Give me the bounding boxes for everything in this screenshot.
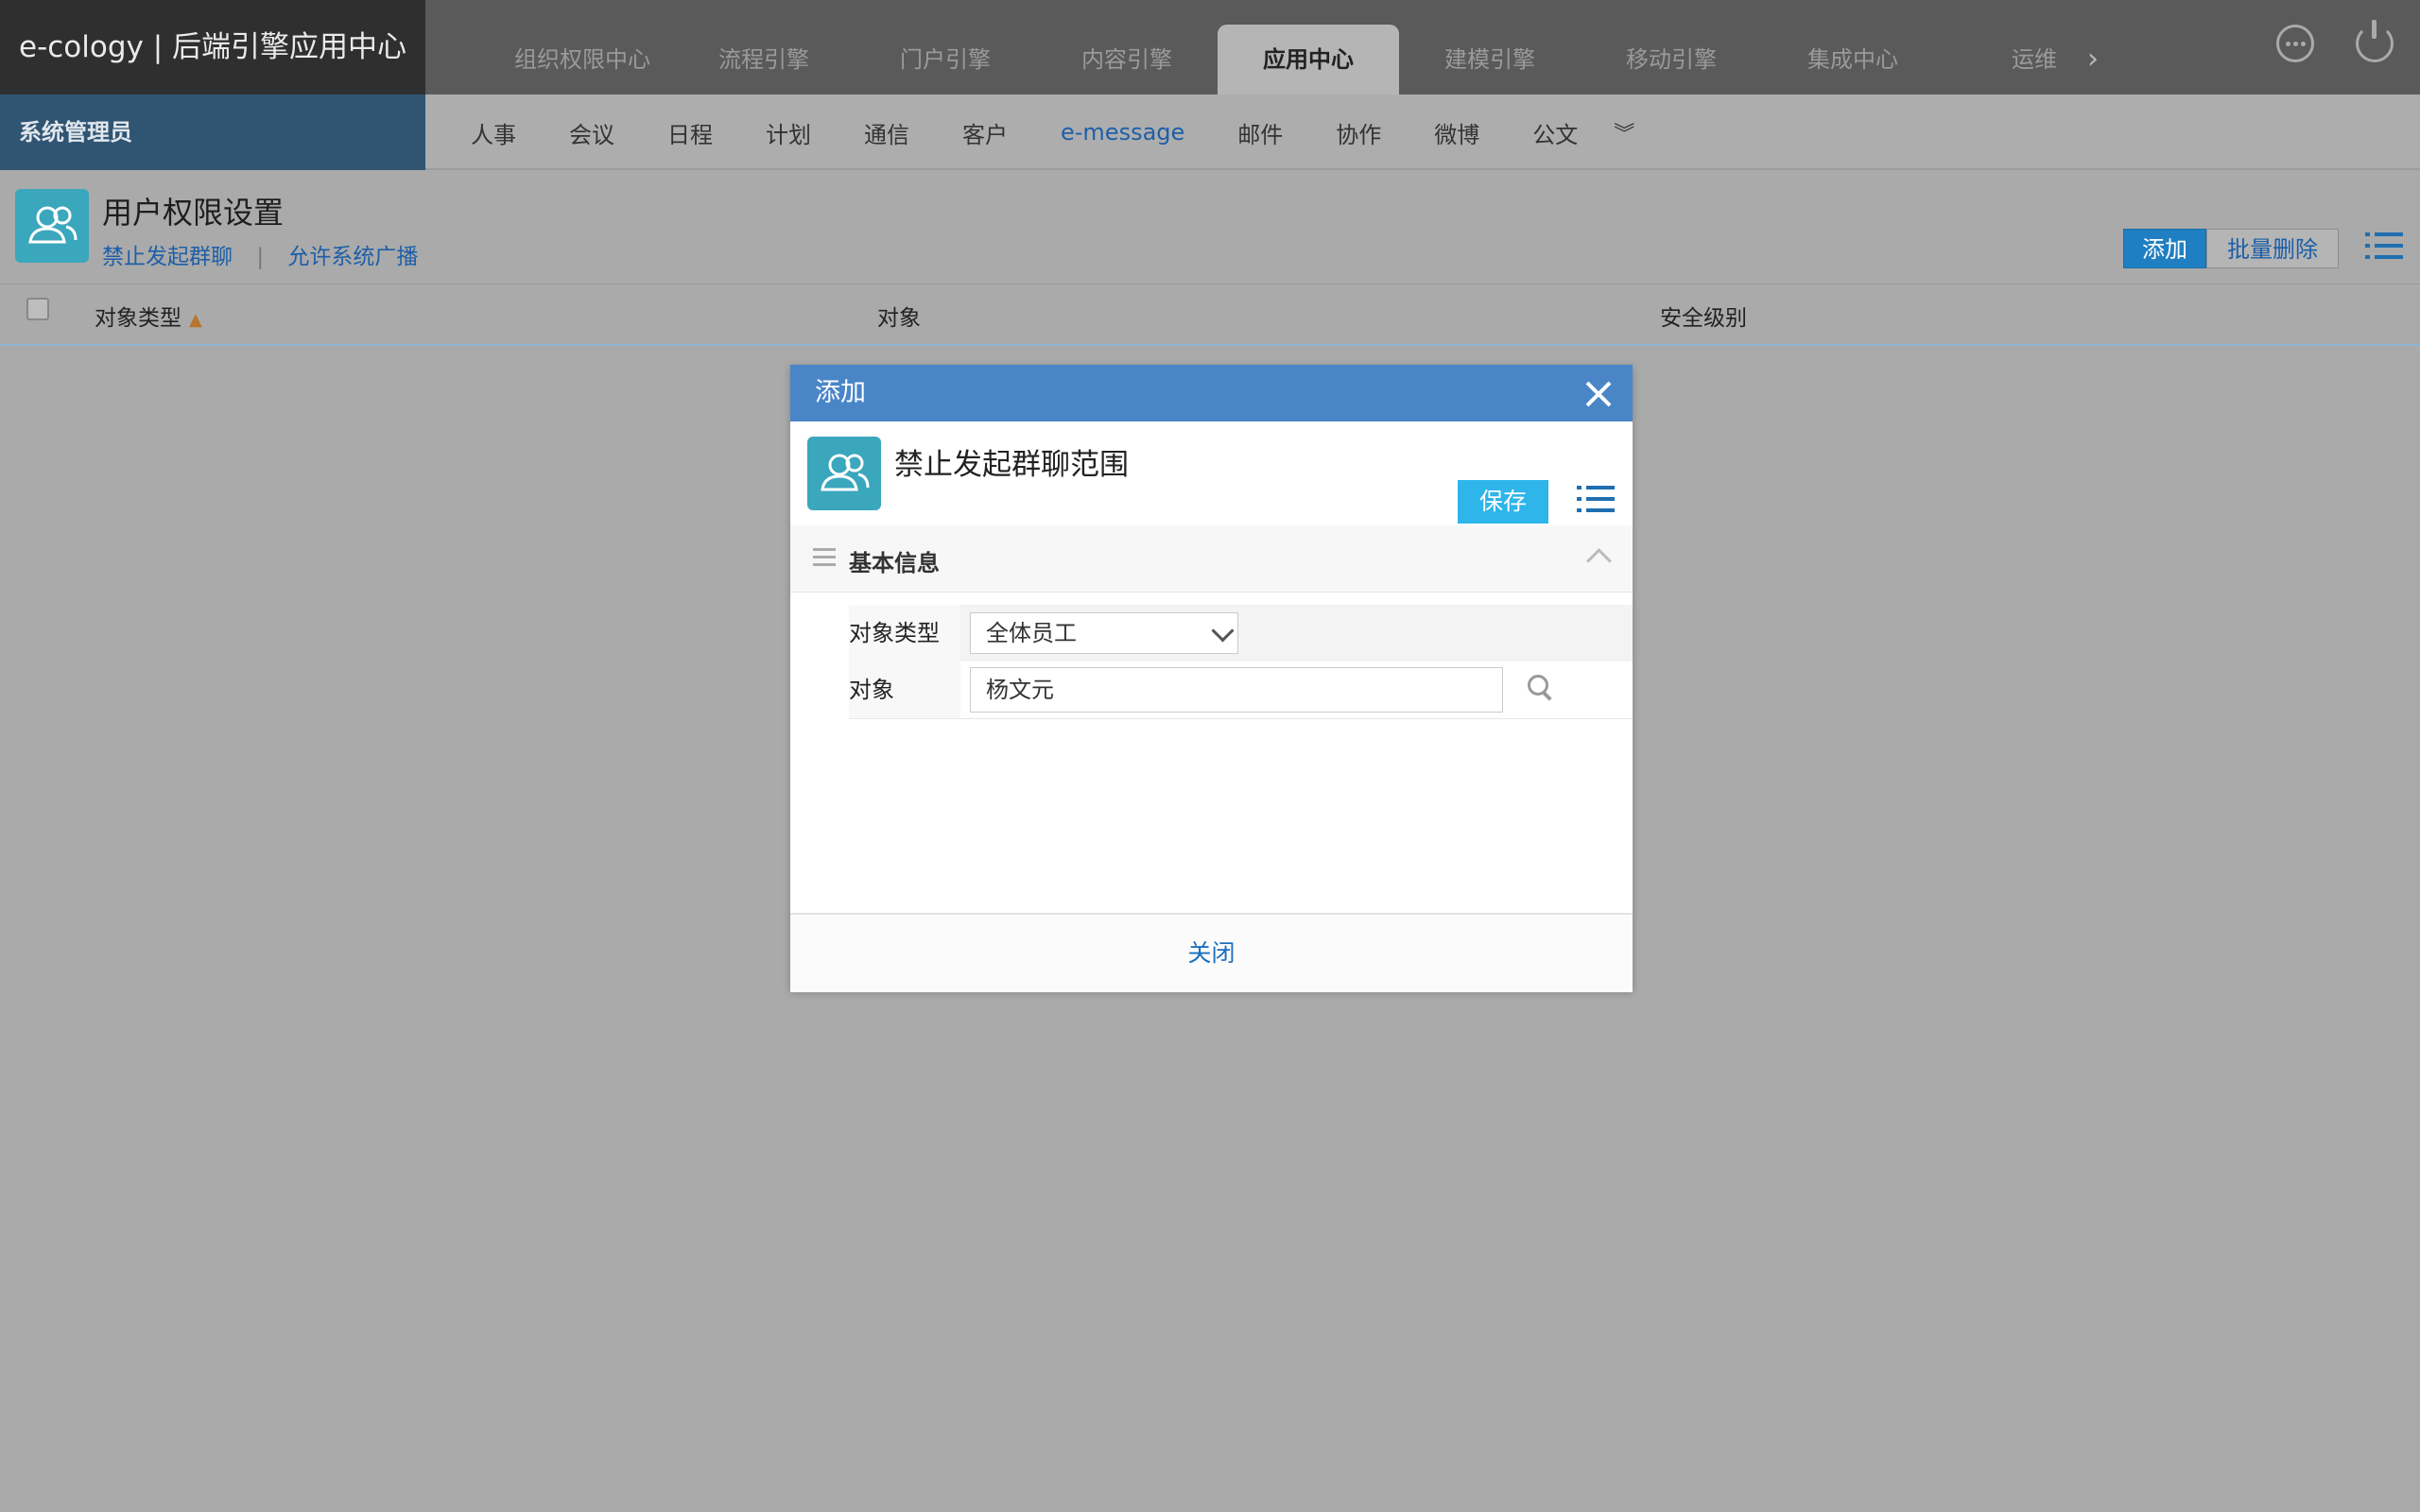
section-title: 基本信息	[849, 550, 940, 576]
search-icon[interactable]	[1528, 675, 1552, 699]
double-chevron-down-icon[interactable]: ︾	[1614, 117, 1634, 147]
top-tab-integration[interactable]: 集成中心	[1762, 25, 1944, 94]
object-type-label: 对象类型	[849, 605, 960, 662]
top-tab-modeling[interactable]: 建模引擎	[1399, 25, 1581, 94]
app-brand: e-cology | 后端引擎应用中心	[0, 0, 425, 94]
form-row-object: 对象 杨文元	[849, 662, 1633, 719]
chevron-right-icon[interactable]: ›	[2087, 25, 2099, 94]
select-all-checkbox[interactable]	[26, 298, 49, 320]
dialog-subheader: 禁止发起群聊范围 保存	[790, 421, 1633, 527]
object-input[interactable]: 杨文元	[970, 667, 1503, 713]
link-forbid-group-chat[interactable]: 禁止发起群聊	[102, 245, 233, 269]
link-separator: |	[256, 245, 265, 269]
sub-nav: 人事 会议 日程 计划 通信 客户 e-message 邮件 协作 微博 公文 …	[444, 94, 1634, 170]
sort-ascending-icon: ▲	[189, 310, 202, 330]
list-menu-icon[interactable]	[1577, 486, 1615, 518]
link-allow-broadcast[interactable]: 允许系统广播	[287, 245, 418, 269]
page-header: 用户权限设置 禁止发起群聊 | 允许系统广播 添加 批量删除	[0, 170, 2420, 284]
close-button[interactable]: 关闭	[790, 915, 1633, 992]
top-tab-org[interactable]: 组织权限中心	[492, 25, 673, 94]
batch-delete-button[interactable]: 批量删除	[2206, 229, 2339, 268]
page-title: 用户权限设置	[102, 195, 285, 231]
add-button[interactable]: 添加	[2123, 229, 2206, 268]
section-basic-info: 基本信息	[790, 525, 1633, 593]
subnav-item-document[interactable]: 公文	[1532, 116, 1578, 149]
form-cell: 全体员工	[960, 605, 1633, 662]
list-menu-icon[interactable]	[2365, 232, 2403, 265]
subnav-item-emessage[interactable]: e-message	[1061, 119, 1184, 146]
object-type-value: 全体员工	[986, 620, 1077, 646]
close-icon[interactable]	[1584, 380, 1613, 408]
form-row-object-type: 对象类型 全体员工	[849, 605, 1633, 662]
subnav-item-schedule[interactable]: 日程	[667, 116, 713, 149]
subnav-item-plan[interactable]: 计划	[766, 116, 811, 149]
column-label: 对象类型	[95, 306, 182, 331]
top-tab-app-center[interactable]: 应用中心	[1218, 25, 1399, 94]
more-options-icon[interactable]	[2276, 25, 2314, 62]
top-tab-content[interactable]: 内容引擎	[1036, 25, 1218, 94]
table-header: 对象类型 ▲ 对象 安全级别	[0, 284, 2420, 346]
page-links: 禁止发起群聊 | 允许系统广播	[102, 238, 418, 270]
subnav-item-hr[interactable]: 人事	[471, 116, 516, 149]
form-cell: 杨文元	[960, 662, 1633, 718]
dialog-title: 添加	[815, 378, 866, 407]
user-group-icon	[807, 437, 881, 510]
object-type-select[interactable]: 全体员工	[970, 612, 1238, 654]
dialog-subtitle: 禁止发起群聊范围	[894, 448, 1129, 482]
subnav-item-communication[interactable]: 通信	[864, 116, 909, 149]
column-header-object[interactable]: 对象	[877, 300, 921, 332]
power-icon[interactable]	[2356, 20, 2394, 62]
save-button[interactable]: 保存	[1458, 480, 1548, 524]
user-role: 系统管理员	[0, 94, 425, 170]
top-bar: e-cology | 后端引擎应用中心 组织权限中心 流程引擎 门户引擎 内容引…	[0, 0, 2420, 94]
top-tab-workflow[interactable]: 流程引擎	[673, 25, 855, 94]
section-menu-icon	[813, 548, 836, 567]
subnav-item-weibo[interactable]: 微博	[1434, 116, 1479, 149]
object-label: 对象	[849, 662, 960, 718]
column-header-object-type[interactable]: 对象类型 ▲	[95, 300, 202, 332]
top-nav: 组织权限中心 流程引擎 门户引擎 内容引擎 应用中心 建模引擎 移动引擎 集成中…	[492, 0, 2099, 94]
dialog-header: 添加	[790, 365, 1633, 421]
chevron-down-icon	[1211, 619, 1235, 643]
sub-bar: 系统管理员 人事 会议 日程 计划 通信 客户 e-message 邮件 协作 …	[0, 94, 2420, 170]
subnav-item-mail[interactable]: 邮件	[1237, 116, 1283, 149]
top-tab-mobile[interactable]: 移动引擎	[1581, 25, 1762, 94]
add-dialog: 添加 禁止发起群聊范围 保存 基本信息 对象类型 全体员工 对象 杨文元 关闭	[790, 365, 1633, 992]
chevron-up-icon[interactable]	[1586, 548, 1612, 574]
subnav-item-meeting[interactable]: 会议	[569, 116, 614, 149]
dialog-footer: 关闭	[790, 913, 1633, 992]
subnav-item-customer[interactable]: 客户	[962, 116, 1008, 149]
column-header-security-level[interactable]: 安全级别	[1660, 300, 1747, 332]
subnav-item-collaboration[interactable]: 协作	[1336, 116, 1381, 149]
top-tab-portal[interactable]: 门户引擎	[855, 25, 1036, 94]
user-group-icon	[15, 189, 89, 263]
